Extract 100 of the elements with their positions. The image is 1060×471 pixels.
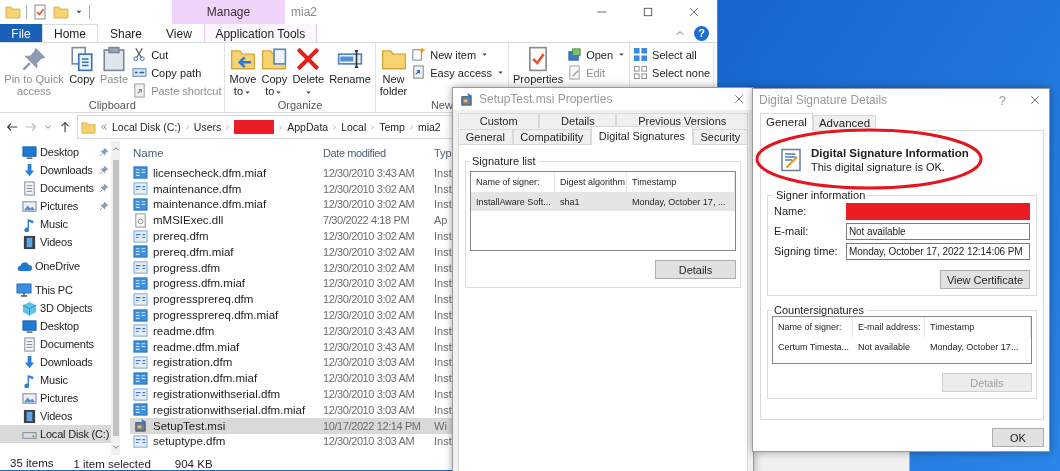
column-header[interactable]: Name bbox=[130, 147, 323, 159]
file-row[interactable]: readme.dfm.miaf 12/30/2010 3:43 AM Inst bbox=[130, 338, 717, 355]
file-row[interactable]: registration.dfm.miaf 12/30/2010 3:03 AM Inst bbox=[130, 370, 717, 387]
close-icon[interactable] bbox=[1029, 94, 1041, 106]
path-icon bbox=[132, 65, 148, 80]
file-date: 12/30/2010 3:02 AM bbox=[323, 182, 416, 195]
dialog-tab[interactable]: Previous Versions bbox=[616, 113, 748, 128]
nav-item[interactable]: Pictures bbox=[0, 389, 111, 407]
checklist-icon[interactable] bbox=[32, 4, 48, 20]
ribbon-button[interactable]: New item bbox=[411, 46, 505, 63]
nav-item[interactable]: Videos bbox=[0, 233, 111, 251]
dialog-tab[interactable]: Details bbox=[539, 113, 617, 128]
file-row[interactable]: setuptype.dfm 12/30/2010 3:03 AM Inst bbox=[130, 433, 717, 450]
ribbon-button[interactable]: Move to bbox=[228, 46, 258, 97]
nav-item[interactable]: Downloads bbox=[0, 353, 111, 371]
folder-icon[interactable] bbox=[5, 4, 21, 20]
forward-arrow-icon[interactable] bbox=[24, 120, 38, 134]
ribbon-tab[interactable]: Home bbox=[42, 24, 98, 42]
group-label: Signer information bbox=[775, 189, 867, 201]
nav-item[interactable]: This PC bbox=[0, 281, 111, 299]
ribbon-button[interactable]: New folder bbox=[378, 46, 409, 97]
folder-icon[interactable] bbox=[53, 4, 69, 20]
dialog-tab[interactable]: General bbox=[760, 113, 813, 131]
dialog-tab[interactable]: Custom bbox=[458, 113, 540, 128]
ribbon-button[interactable]: Copy path bbox=[132, 64, 222, 81]
signature-list[interactable]: Name of signer: Digest algorithm Timestamp InstallAware Soft... sha1 Monday, October 17, ... bbox=[470, 171, 736, 251]
file-row[interactable]: readme.dfm 12/30/2010 3:43 AM Inst bbox=[130, 322, 717, 339]
ribbon-tab[interactable]: File bbox=[0, 24, 42, 42]
form-file-icon bbox=[133, 181, 148, 197]
read-only-field[interactable]: Not available bbox=[846, 222, 1030, 240]
path-segment[interactable]: Temp bbox=[379, 121, 405, 133]
read-only-field[interactable]: Monday, October 17, 2022 12:14:06 PM bbox=[846, 242, 1030, 260]
dialog-tab[interactable]: Digital Signatures bbox=[591, 126, 693, 145]
form-file-icon bbox=[133, 370, 148, 386]
form-file-icon bbox=[133, 197, 148, 212]
status-text: 904 KB bbox=[173, 457, 214, 471]
ribbon-button[interactable]: Open bbox=[567, 46, 627, 63]
file-name: registration.dfm.miaf bbox=[153, 372, 258, 385]
nav-item[interactable]: Pictures bbox=[0, 197, 111, 215]
view-certificate-button[interactable]: View Certificate bbox=[940, 270, 1030, 289]
ribbon-button[interactable]: Copy to bbox=[260, 46, 289, 97]
nav-item[interactable]: OneDrive bbox=[0, 257, 111, 275]
column-header[interactable]: Timestamp bbox=[925, 317, 1031, 337]
ribbon-button[interactable]: Rename bbox=[328, 46, 372, 85]
column-header[interactable]: Date modified bbox=[323, 147, 434, 159]
file-row[interactable]: registrationwithserial.dfm.miaf 12/30/2010 3:03 AM Inst bbox=[130, 401, 717, 418]
path-segment[interactable]: AppData bbox=[287, 121, 329, 133]
nav-item[interactable]: Music bbox=[0, 215, 111, 233]
ribbon-tab[interactable]: View bbox=[154, 24, 204, 42]
list-row[interactable]: InstallAware Soft... sha1 Monday, October 17, ... bbox=[471, 192, 735, 211]
column-header[interactable]: Typ bbox=[434, 147, 452, 159]
dialog-tab[interactable]: General bbox=[458, 129, 513, 144]
column-header[interactable]: Name of signer: bbox=[773, 317, 853, 337]
file-type: Inst bbox=[434, 372, 452, 385]
status-text: This digital signature is OK. bbox=[811, 161, 946, 173]
countersignature-list[interactable]: Name of signer: E-mail address: Timestamp Certum Timesta... Not available Monday, October 17... bbox=[772, 316, 1032, 364]
details-button[interactable]: Details bbox=[655, 260, 736, 279]
ribbon-button[interactable]: Delete bbox=[291, 46, 326, 97]
nav-item[interactable]: Music bbox=[0, 371, 111, 389]
ribbon-button[interactable]: Easy access bbox=[411, 64, 505, 81]
path-segment[interactable]: Local Disk (C:) bbox=[112, 121, 181, 133]
form-file-icon bbox=[133, 275, 148, 291]
nav-item[interactable]: 3D Objects bbox=[0, 299, 111, 317]
path-segment[interactable]: Local bbox=[341, 121, 367, 133]
nav-item[interactable]: Desktop bbox=[0, 143, 111, 161]
scrollbar[interactable] bbox=[111, 141, 120, 455]
back-arrow-icon[interactable] bbox=[5, 120, 19, 134]
ribbon-button[interactable]: Select none bbox=[633, 64, 711, 81]
dialog-tab[interactable]: Compatibility bbox=[512, 129, 592, 144]
nav-item[interactable]: Videos bbox=[0, 407, 111, 425]
close-icon[interactable] bbox=[733, 93, 745, 105]
column-header[interactable]: E-mail address: bbox=[853, 317, 925, 337]
nav-item[interactable]: Desktop bbox=[0, 317, 111, 335]
ribbon-tab[interactable]: Share bbox=[98, 24, 155, 42]
file-date: 12/30/2010 3:03 AM bbox=[323, 356, 416, 369]
nav-item[interactable]: Documents bbox=[0, 335, 111, 353]
nav-item[interactable]: Documents bbox=[0, 179, 111, 197]
ok-button[interactable]: OK bbox=[992, 428, 1044, 447]
up-arrow-icon[interactable] bbox=[58, 120, 72, 134]
file-name: maintenance.dfm bbox=[153, 182, 242, 195]
file-type: Inst bbox=[434, 403, 452, 416]
nav-item[interactable]: Local Disk (C:) bbox=[0, 425, 111, 443]
context-tab-header: Manage bbox=[172, 0, 285, 24]
ribbon-button[interactable]: Select all bbox=[633, 46, 711, 63]
path-segment[interactable]: mia2 bbox=[417, 121, 441, 133]
file-row[interactable]: registrationwithserial.dfm 12/30/2010 3:03 AM Inst bbox=[130, 386, 717, 402]
file-row[interactable]: progressprereq.dfm 12/30/2010 3:02 AM Inst bbox=[130, 291, 717, 308]
ribbon-tab[interactable]: Application Tools bbox=[203, 24, 317, 42]
list-row[interactable]: Certum Timesta... Not available Monday, October 17... bbox=[773, 337, 1031, 356]
file-row[interactable]: registration.dfm 12/30/2010 3:03 AM Inst bbox=[130, 354, 717, 371]
file-type: Inst bbox=[434, 356, 452, 369]
path-segment[interactable]: Users bbox=[193, 121, 222, 133]
file-row[interactable]: progressprereq.dfm.miaf 12/30/2010 3:02 AM Inst bbox=[130, 307, 717, 323]
dialog-tab[interactable]: Security bbox=[692, 129, 748, 144]
ribbon-button[interactable]: Properties bbox=[512, 46, 565, 85]
ribbon-button[interactable]: Copy bbox=[68, 46, 96, 85]
file-name: progress.dfm.miaf bbox=[153, 277, 246, 290]
ribbon-button[interactable]: Cut bbox=[132, 46, 222, 63]
help-button[interactable]: ? bbox=[694, 25, 709, 41]
nav-item[interactable]: Downloads bbox=[0, 161, 111, 179]
